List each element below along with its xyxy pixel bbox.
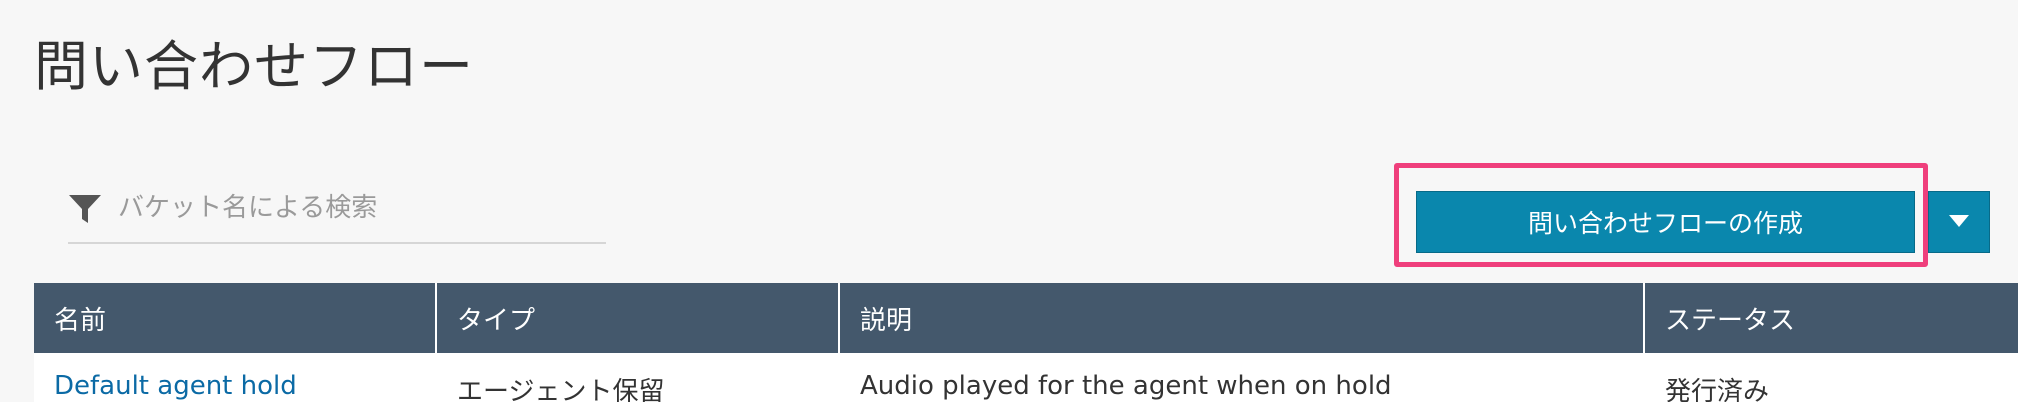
column-header-description[interactable]: 説明 [840,283,1645,353]
create-contact-flow-button[interactable]: 問い合わせフローの作成 [1416,191,1915,253]
flow-status-cell: 発行済み [1665,377,1770,402]
flow-name-link[interactable]: Default agent hold [34,353,437,402]
column-header-name[interactable]: 名前 [34,283,437,353]
flow-description-cell: Audio played for the agent when on hold [860,371,1392,401]
table-header: 名前 タイプ 説明 ステータス [34,283,2018,353]
caret-down-icon [1948,213,1970,232]
search-input[interactable] [118,180,598,236]
flow-type-cell: エージェント保留 [457,377,665,402]
column-header-type[interactable]: タイプ [437,283,840,353]
column-header-status[interactable]: ステータス [1645,283,2018,353]
page-title: 問い合わせフロー [34,35,474,98]
contact-flows-page: 問い合わせフロー 問い合わせフローの作成 名前 タイプ 説明 ステータス Def… [0,0,2018,402]
create-options-dropdown-button[interactable] [1928,191,1990,253]
search-bar [68,180,606,244]
contact-flows-table: 名前 タイプ 説明 ステータス Default agent hold エージェン… [34,283,2018,402]
table-row: Default agent hold エージェント保留 Audio played… [34,353,2018,402]
filter-icon [68,192,102,226]
